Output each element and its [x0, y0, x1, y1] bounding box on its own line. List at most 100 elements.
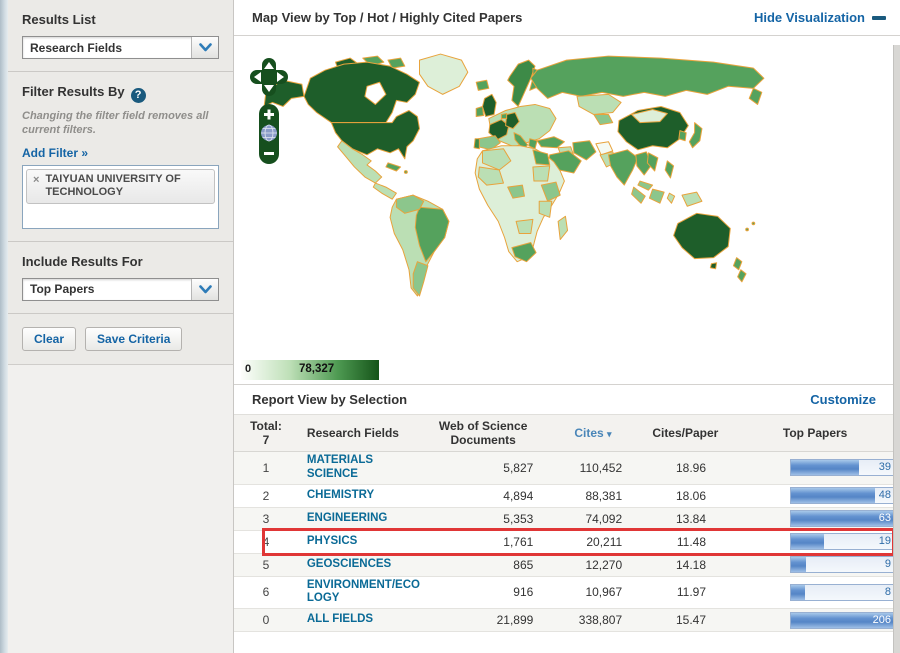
column-header-research-fields[interactable]: Research Fields [298, 426, 421, 440]
wos-documents-cell: 4,894 [503, 488, 534, 503]
column-header-cites-per-paper[interactable]: Cites/Paper [640, 426, 730, 440]
world-map[interactable] [262, 48, 892, 300]
research-field-link[interactable]: MATERIALS SCIENCE [298, 454, 421, 482]
top-papers-bar-fill [791, 460, 860, 476]
top-papers-value: 8 [884, 585, 891, 598]
add-filter-link[interactable]: Add Filter » [22, 146, 88, 160]
cites-cell: 88,381 [585, 488, 623, 503]
table-row: 4 PHYSICS 1,761 20,211 11.48 19 [234, 527, 900, 556]
hide-visualization-link[interactable]: Hide Visualization [754, 10, 886, 25]
rank-cell: 5 [262, 557, 270, 572]
filter-section: Filter Results By? Changing the filter f… [8, 72, 233, 242]
hide-visualization-label: Hide Visualization [753, 10, 865, 25]
filter-heading: Filter Results By? [22, 84, 219, 103]
column-header-total: Total: 7 [234, 419, 298, 447]
filter-tag-label: TAIYUAN UNIVERSITY OF TECHNOLOGY [45, 172, 181, 199]
research-field-link[interactable]: GEOSCIENCES [298, 558, 421, 572]
wos-documents-cell: 21,899 [496, 613, 534, 628]
wos-documents-cell: 5,353 [503, 511, 534, 526]
research-field-link[interactable]: ENGINEERING [298, 512, 421, 526]
column-header-cites[interactable]: Cites ▾ [546, 426, 641, 440]
top-papers-value: 63 [878, 512, 891, 525]
top-papers-cell: 48 [730, 487, 900, 505]
chevron-down-icon [191, 37, 218, 58]
save-criteria-button[interactable]: Save Criteria [85, 326, 183, 351]
rank-cell: 6 [262, 585, 270, 600]
top-papers-cell: 8 [730, 583, 900, 601]
sidebar: Results List Research Fields Filter Resu… [8, 0, 233, 653]
rank-cell: 4 [262, 534, 270, 549]
top-papers-bar-fill [791, 584, 806, 600]
rank-cell: 2 [262, 488, 270, 503]
include-results-section: Include Results For Top Papers [8, 242, 233, 314]
research-field-link[interactable]: ENVIRONMENT/ECOLOGY [298, 579, 421, 607]
research-field-link[interactable]: CHEMISTRY [298, 489, 421, 503]
map-area: 0 78,327 [234, 36, 900, 385]
rank-cell: 0 [262, 613, 270, 628]
active-filters-box: × TAIYUAN UNIVERSITY OF TECHNOLOGY [22, 164, 219, 229]
main-panel: Map View by Top / Hot / Highly Cited Pap… [233, 0, 900, 653]
country-australia [674, 213, 731, 258]
cites-per-paper-cell: 14.18 [675, 557, 706, 572]
map-controls[interactable] [250, 58, 288, 170]
country-japan [689, 123, 702, 148]
rank-cell: 3 [262, 511, 270, 526]
top-papers-cell: 19 [730, 533, 900, 551]
scrollbar[interactable] [893, 45, 900, 653]
remove-filter-icon[interactable]: × [33, 174, 39, 186]
top-papers-cell: 39 [730, 459, 900, 477]
cites-per-paper-cell: 15.47 [675, 613, 706, 628]
top-papers-value: 9 [884, 558, 891, 571]
results-list-heading: Results List [22, 12, 96, 27]
globe-icon [261, 124, 277, 142]
total-label: Total: [250, 419, 282, 433]
country-india [609, 150, 638, 185]
results-list-selected-value: Research Fields [30, 40, 123, 55]
top-papers-bar-fill [791, 534, 824, 550]
filter-tag[interactable]: × TAIYUAN UNIVERSITY OF TECHNOLOGY [26, 168, 215, 204]
wos-documents-cell: 5,827 [503, 460, 534, 475]
legend-max-value: 78,327 [299, 363, 335, 375]
top-papers-bar: 9 [790, 556, 900, 574]
research-field-link[interactable]: PHYSICS [298, 535, 421, 549]
results-list-select[interactable]: Research Fields [22, 36, 219, 59]
sidebar-buttons: Clear Save Criteria [8, 314, 233, 364]
cites-cell: 20,211 [586, 534, 623, 549]
report-view-header: Report View by Selection Customize [234, 385, 900, 414]
customize-link[interactable]: Customize [810, 392, 876, 407]
table-row: 0 ALL FIELDS 21,899 338,807 15.47 206 [234, 609, 900, 633]
map-view-header: Map View by Top / Hot / Highly Cited Pap… [234, 0, 900, 36]
table-row: 2 CHEMISTRY 4,894 88,381 18.06 48 [234, 485, 900, 508]
table-body: 1 MATERIALS SCIENCE 5,827 110,452 18.96 … [234, 452, 900, 633]
table-row: 3 ENGINEERING 5,353 74,092 13.84 63 [234, 507, 900, 531]
legend-min-value: 0 [245, 363, 252, 375]
filter-heading-label: Filter Results By [22, 84, 125, 99]
rank-cell: 1 [262, 460, 270, 475]
cites-per-paper-cell: 18.06 [675, 488, 706, 503]
include-results-selected-value: Top Papers [30, 282, 95, 296]
results-list-section: Results List Research Fields [8, 0, 233, 72]
cites-cell: 12,270 [585, 557, 623, 572]
column-header-wos-documents[interactable]: Web of Science Documents [421, 419, 546, 447]
wos-documents-cell: 1,761 [503, 534, 534, 549]
table-row: 5 GEOSCIENCES 865 12,270 14.18 9 [234, 553, 900, 577]
clear-button[interactable]: Clear [22, 326, 77, 351]
top-papers-value: 39 [878, 461, 891, 474]
filter-note: Changing the filter field removes all cu… [22, 110, 209, 136]
top-papers-bar-fill [791, 488, 875, 504]
include-results-heading: Include Results For [22, 253, 143, 269]
cites-cell: 74,092 [585, 511, 623, 526]
include-results-select[interactable]: Top Papers [22, 277, 219, 301]
top-papers-bar: 206 [790, 611, 900, 629]
top-papers-bar: 39 [790, 459, 900, 477]
top-papers-bar: 48 [790, 487, 900, 505]
column-header-top-papers[interactable]: Top Papers [730, 426, 900, 440]
total-value: 7 [262, 433, 270, 447]
cites-cell: 110,452 [579, 460, 623, 475]
top-papers-bar: 8 [790, 583, 900, 601]
research-field-link[interactable]: ALL FIELDS [298, 613, 421, 627]
top-papers-value: 206 [872, 613, 891, 626]
top-papers-bar: 63 [790, 510, 900, 528]
top-papers-value: 19 [878, 535, 891, 548]
help-icon[interactable]: ? [130, 88, 146, 103]
